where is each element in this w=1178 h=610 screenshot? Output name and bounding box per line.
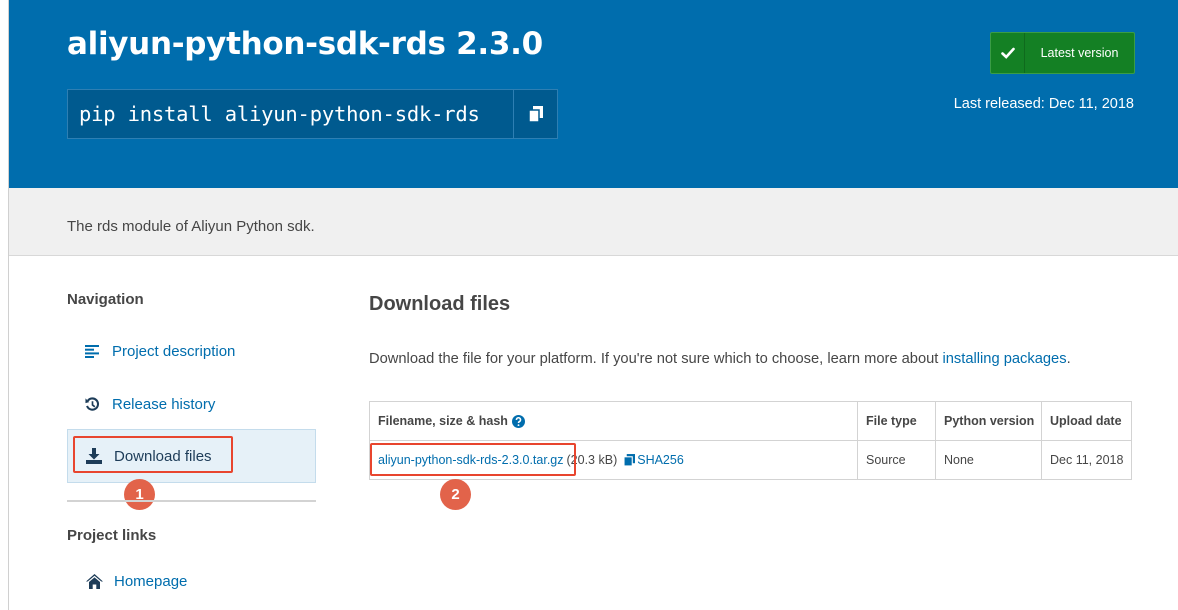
history-icon	[82, 395, 102, 413]
last-released-date: Last released: Dec 11, 2018	[953, 96, 1134, 112]
table-header-row: Filename, size & hash File type Python v…	[370, 402, 1131, 441]
download-files-heading: Download files	[369, 293, 511, 315]
pip-command[interactable]: pip install aliyun-python-sdk-rds	[68, 102, 513, 126]
sidebar-item-label: Project description	[112, 342, 236, 360]
table-header-cell-python-version: Python version	[944, 414, 1035, 428]
navigation-heading: Navigation	[67, 291, 144, 308]
sidebar-divider	[67, 500, 316, 502]
align-left-icon	[82, 342, 102, 360]
step-badge-2: 2	[440, 479, 471, 510]
table-header-cell-upload-date: Upload date	[1050, 414, 1122, 428]
sidebar-item-project-description[interactable]: Project description	[82, 342, 235, 360]
project-links-heading: Project links	[67, 527, 157, 544]
package-header: aliyun-python-sdk-rds 2.3.0 pip install …	[9, 0, 1178, 188]
table-header-cell-filename: Filename, size & hash	[378, 402, 525, 440]
pip-command-box: pip install aliyun-python-sdk-rds	[67, 89, 558, 139]
step-badge-1: 1	[124, 479, 155, 510]
latest-version-label: Latest version	[1040, 46, 1119, 60]
highlight-box-file-link	[370, 443, 576, 476]
sidebar-item-label: Release history	[112, 395, 216, 413]
table-cell-python-version: None	[944, 453, 974, 467]
copy-icon	[528, 106, 543, 122]
question-circle-icon[interactable]	[511, 414, 525, 428]
package-summary-band: The rds module of Aliyun Python sdk.	[9, 188, 1178, 256]
download-intro-end: .	[1066, 351, 1071, 367]
package-title: aliyun-python-sdk-rds 2.3.0	[67, 26, 543, 62]
table-cell-file-type: Source	[866, 453, 906, 467]
highlight-box-download-files	[73, 436, 233, 473]
installing-packages-link[interactable]: installing packages	[942, 351, 1066, 367]
copy-button[interactable]	[513, 90, 557, 138]
latest-version-button[interactable]: Latest version	[990, 32, 1135, 74]
download-intro: Download the file for your platform. If …	[369, 351, 1071, 367]
sidebar-item-release-history[interactable]: Release history	[82, 395, 215, 413]
copy-icon	[624, 454, 636, 466]
package-summary: The rds module of Aliyun Python sdk.	[67, 218, 315, 235]
download-intro-text: Download the file for your platform. If …	[369, 351, 943, 367]
project-link-label: Homepage	[114, 572, 188, 590]
table-header-cell-file-type: File type	[866, 414, 917, 428]
sha256-link[interactable]: SHA256	[624, 453, 684, 467]
table-cell-upload-date: Dec 11, 2018	[1050, 453, 1124, 467]
check-icon	[991, 33, 1025, 73]
home-icon	[84, 572, 104, 590]
project-link-homepage[interactable]: Homepage	[84, 572, 187, 590]
